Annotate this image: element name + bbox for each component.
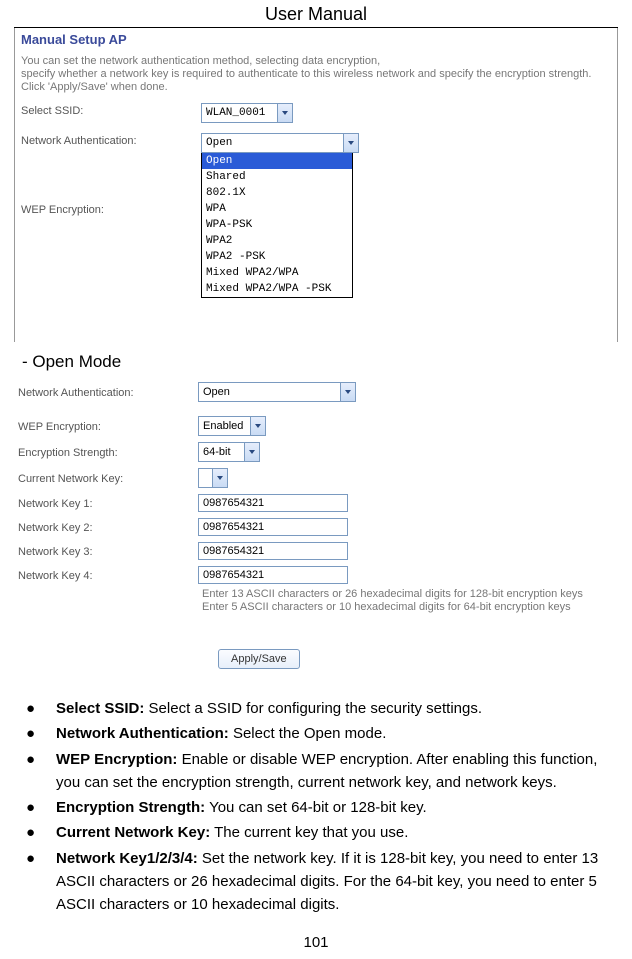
open-mode-heading: - Open Mode <box>22 352 632 372</box>
network-key-1-label: Network Key 1: <box>18 496 198 510</box>
encryption-strength-value: 64-bit <box>203 446 231 458</box>
auth-option-mixed[interactable]: Mixed WPA2/WPA <box>202 265 352 281</box>
chevron-down-icon <box>244 443 259 461</box>
bullet-item: ●WEP Encryption: Enable or disable WEP e… <box>24 748 608 795</box>
auth-option-8021x[interactable]: 802.1X <box>202 185 352 201</box>
auth-option-wpa-psk[interactable]: WPA-PSK <box>202 217 352 233</box>
network-auth-label-2: Network Authentication: <box>18 385 198 399</box>
panel-title: Manual Setup AP <box>21 32 611 47</box>
network-auth-value: Open <box>206 137 232 149</box>
page-number: 101 <box>0 934 632 959</box>
bullet-dot-icon: ● <box>24 697 56 720</box>
bullet-text: WEP Encryption: Enable or disable WEP en… <box>56 748 608 795</box>
auth-option-wpa2-psk[interactable]: WPA2 -PSK <box>202 249 352 265</box>
bullet-item: ●Encryption Strength: You can set 64-bit… <box>24 796 608 819</box>
network-key-3-label: Network Key 3: <box>18 544 198 558</box>
bullet-dot-icon: ● <box>24 722 56 745</box>
page-header: User Manual <box>14 0 618 28</box>
chevron-down-icon <box>212 469 227 487</box>
wep-encryption-label: WEP Encryption: <box>21 180 201 216</box>
bullet-dot-icon: ● <box>24 748 56 795</box>
network-auth-value-2: Open <box>203 386 230 398</box>
network-key-1-input[interactable]: 0987654321 <box>198 494 348 512</box>
auth-option-mixed-psk[interactable]: Mixed WPA2/WPA -PSK <box>202 281 352 297</box>
network-key-4-label: Network Key 4: <box>18 568 198 582</box>
select-ssid-dropdown[interactable]: WLAN_0001 <box>201 103 293 123</box>
network-key-4-input[interactable]: 0987654321 <box>198 566 348 584</box>
wep-encryption-label-2: WEP Encryption: <box>18 419 198 433</box>
bullet-text: Encryption Strength: You can set 64-bit … <box>56 796 608 819</box>
bullet-item: ●Current Network Key: The current key th… <box>24 821 608 844</box>
description-bullets: ●Select SSID: Select a SSID for configur… <box>24 697 608 916</box>
intro-text: specify whether a network key is require… <box>21 68 611 80</box>
apply-save-button[interactable]: Apply/Save <box>218 649 300 669</box>
current-network-key-label: Current Network Key: <box>18 471 198 485</box>
intro-text: You can set the network authentication m… <box>21 55 611 67</box>
select-ssid-value: WLAN_0001 <box>206 107 265 119</box>
bullet-item: ●Network Key1/2/3/4: Set the network key… <box>24 847 608 917</box>
bullet-text: Network Authentication: Select the Open … <box>56 722 608 745</box>
intro-text: Click 'Apply/Save' when done. <box>21 81 611 93</box>
chevron-down-icon <box>277 104 292 122</box>
chevron-down-icon <box>340 383 355 401</box>
bullet-dot-icon: ● <box>24 796 56 819</box>
network-auth-dropdown-2[interactable]: Open <box>198 382 356 402</box>
network-auth-dropdown[interactable]: Open <box>201 133 359 153</box>
encryption-strength-dropdown[interactable]: 64-bit <box>198 442 260 462</box>
bullet-dot-icon: ● <box>24 847 56 917</box>
wep-encryption-value: Enabled <box>203 420 243 432</box>
chevron-down-icon <box>343 134 358 152</box>
auth-option-open[interactable]: Open <box>202 153 352 169</box>
bullet-item: ●Network Authentication: Select the Open… <box>24 722 608 745</box>
wep-encryption-dropdown[interactable]: Enabled <box>198 416 266 436</box>
chevron-down-icon <box>250 417 265 435</box>
screenshot-setup-ap: Manual Setup AP You can set the network … <box>14 28 618 342</box>
network-key-2-label: Network Key 2: <box>18 520 198 534</box>
bullet-item: ●Select SSID: Select a SSID for configur… <box>24 697 608 720</box>
encryption-hint-64: Enter 5 ASCII characters or 10 hexadecim… <box>202 601 614 613</box>
bullet-dot-icon: ● <box>24 821 56 844</box>
bullet-text: Current Network Key: The current key tha… <box>56 821 608 844</box>
encryption-strength-label: Encryption Strength: <box>18 445 198 459</box>
screenshot-open-mode: Network Authentication: Open WEP Encrypt… <box>14 374 618 679</box>
auth-option-wpa[interactable]: WPA <box>202 201 352 217</box>
encryption-hint-128: Enter 13 ASCII characters or 26 hexadeci… <box>202 588 614 600</box>
bullet-text: Select SSID: Select a SSID for configuri… <box>56 697 608 720</box>
network-auth-options[interactable]: Open Shared 802.1X WPA WPA-PSK WPA2 WPA2… <box>201 152 353 298</box>
network-key-3-input[interactable]: 0987654321 <box>198 542 348 560</box>
network-auth-label: Network Authentication: <box>21 133 201 147</box>
auth-option-shared[interactable]: Shared <box>202 169 352 185</box>
current-network-key-dropdown[interactable] <box>198 468 228 488</box>
auth-option-wpa2[interactable]: WPA2 <box>202 233 352 249</box>
select-ssid-label: Select SSID: <box>21 103 201 117</box>
network-key-2-input[interactable]: 0987654321 <box>198 518 348 536</box>
bullet-text: Network Key1/2/3/4: Set the network key.… <box>56 847 608 917</box>
